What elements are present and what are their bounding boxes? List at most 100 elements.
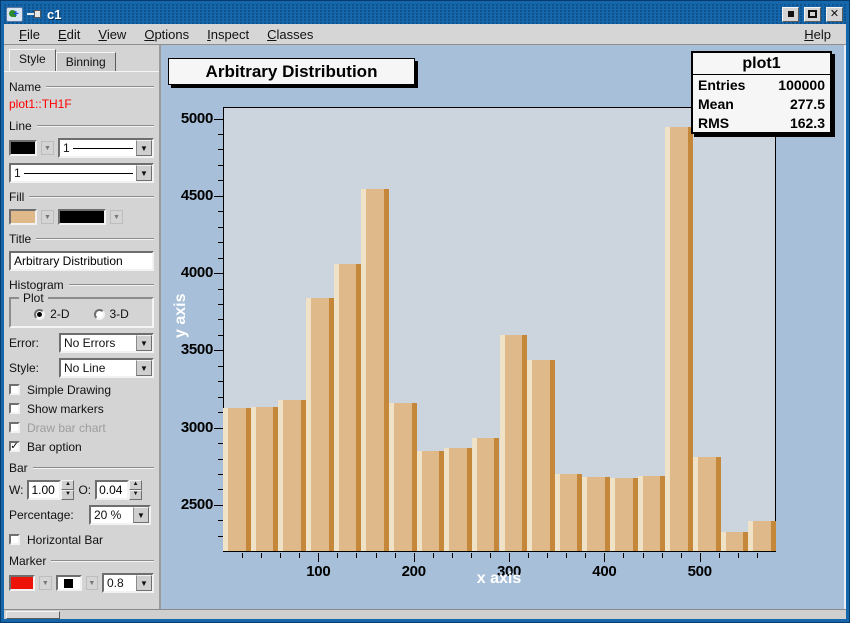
spin-up-icon[interactable]: ▲ [129, 480, 142, 490]
menu-item-help[interactable]: Help [795, 25, 840, 44]
style-select[interactable]: No Line ▼ [59, 358, 154, 378]
radio-icon[interactable] [94, 309, 105, 320]
y-tick [218, 335, 223, 336]
menu-item-edit[interactable]: Edit [49, 25, 89, 44]
y-tick [218, 397, 223, 398]
checkbox-icon[interactable] [9, 534, 20, 545]
y-tick [218, 134, 223, 135]
marker-section-header: Marker [9, 554, 154, 568]
marker-color-arrow-icon[interactable]: ▼ [39, 576, 51, 590]
error-select[interactable]: No Errors ▼ [59, 333, 154, 353]
line-style-select[interactable]: 1 ▼ [9, 163, 154, 183]
menu-item-classes[interactable]: Classes [258, 25, 322, 44]
checkbox-icon[interactable]: ✓ [9, 441, 20, 452]
checkbox-draw-bar-chart[interactable]: Draw bar chart [9, 420, 154, 435]
y-tick [214, 273, 223, 274]
histogram-bar[interactable] [334, 264, 362, 551]
histogram-bar[interactable] [638, 476, 666, 551]
chevron-down-icon[interactable]: ▼ [136, 140, 152, 156]
histogram-title-box[interactable]: Arbitrary Distribution [168, 58, 415, 85]
y-tick [214, 505, 223, 506]
histogram-bar[interactable] [527, 360, 555, 551]
y-tick [218, 211, 223, 212]
menu-item-inspect[interactable]: Inspect [198, 25, 258, 44]
plot-frame[interactable] [223, 107, 776, 552]
marker-shape-swatch[interactable] [56, 575, 82, 591]
histogram-bar[interactable] [389, 403, 417, 551]
fill-color-arrow-icon[interactable]: ▼ [41, 210, 54, 224]
maximize-button[interactable] [804, 7, 821, 22]
histogram-bar[interactable] [306, 298, 334, 551]
fill-pattern-arrow-icon[interactable]: ▼ [110, 210, 123, 224]
y-tick [218, 180, 223, 181]
y-tick-label: 4000 [161, 264, 213, 282]
chevron-down-icon[interactable]: ▼ [136, 575, 152, 591]
tab-style[interactable]: Style [9, 49, 56, 71]
bar-width-stepper[interactable]: ▲▼ [27, 480, 74, 500]
checkbox-bar-option[interactable]: ✓Bar option [9, 439, 154, 454]
marker-color-swatch[interactable] [9, 575, 35, 591]
histogram-bar[interactable] [555, 474, 583, 551]
horizontal-scrollbar[interactable] [4, 609, 846, 619]
pin-icon[interactable] [27, 10, 41, 18]
title-input[interactable] [9, 251, 154, 271]
y-tick [218, 443, 223, 444]
line-color-swatch[interactable] [9, 140, 37, 156]
radio-icon[interactable] [34, 309, 45, 320]
chevron-down-icon[interactable]: ▼ [136, 360, 152, 376]
marker-size-select[interactable]: 0.8 ▼ [102, 573, 154, 593]
checkbox-show-markers[interactable]: Show markers [9, 401, 154, 416]
checkbox-horizontal-bar[interactable]: Horizontal Bar [9, 532, 154, 547]
histogram-bar[interactable] [278, 400, 306, 551]
histogram-bar[interactable] [417, 451, 445, 551]
histogram-bar[interactable] [610, 478, 638, 551]
histogram-bar[interactable] [223, 408, 251, 551]
spin-down-icon[interactable]: ▼ [61, 490, 74, 500]
menu-item-view[interactable]: View [89, 25, 135, 44]
menu-item-file[interactable]: File [10, 25, 49, 44]
stats-box[interactable]: plot1 Entries100000Mean277.5RMS162.3 [691, 51, 832, 134]
checkbox-simple-drawing[interactable]: Simple Drawing [9, 382, 154, 397]
y-tick [218, 474, 223, 475]
histogram-bar[interactable] [748, 521, 776, 551]
line-width-select[interactable]: 1 ▼ [58, 138, 154, 158]
close-button[interactable]: ✕ [826, 7, 843, 22]
bar-label: Bar [9, 461, 28, 475]
radio-3-d[interactable]: 3-D [94, 307, 129, 321]
bar-offset-stepper[interactable]: ▲▼ [95, 480, 142, 500]
spin-down-icon[interactable]: ▼ [129, 490, 142, 500]
tab-binning[interactable]: Binning [56, 52, 116, 71]
histogram-bar[interactable] [721, 532, 749, 551]
checkbox-icon[interactable] [9, 422, 20, 433]
histogram-bar[interactable] [582, 477, 610, 551]
percentage-label: Percentage: [9, 508, 85, 522]
line-color-arrow-icon[interactable]: ▼ [41, 141, 54, 155]
checkbox-icon[interactable] [9, 403, 20, 414]
chevron-down-icon[interactable]: ▼ [136, 165, 152, 181]
spin-up-icon[interactable]: ▲ [61, 480, 74, 490]
bar-section-header: Bar [9, 461, 154, 475]
radio-2-d[interactable]: 2-D [34, 307, 69, 321]
histogram-bar[interactable] [444, 448, 472, 551]
histogram-bar[interactable] [500, 335, 528, 551]
titlebar[interactable]: + c1 ✕ [4, 4, 846, 24]
fill-color-swatch[interactable] [9, 209, 37, 225]
line-label: Line [9, 119, 32, 133]
chevron-down-icon[interactable]: ▼ [136, 335, 152, 351]
bar-width-label: W: [9, 483, 23, 497]
scrollbar-thumb[interactable] [6, 611, 60, 619]
chevron-down-icon[interactable]: ▼ [133, 507, 149, 523]
y-tick [218, 242, 223, 243]
histogram-bar[interactable] [361, 189, 389, 551]
minimize-button[interactable] [782, 7, 799, 22]
canvas-pad[interactable]: 250030003500400045005000100200300400500 … [161, 45, 846, 609]
histogram-bar[interactable] [693, 457, 721, 551]
histogram-bar[interactable] [251, 407, 279, 551]
histogram-bar[interactable] [472, 438, 500, 551]
checkbox-icon[interactable] [9, 384, 20, 395]
menu-item-options[interactable]: Options [135, 25, 198, 44]
percentage-select[interactable]: 20 % ▼ [89, 505, 151, 525]
marker-shape-arrow-icon[interactable]: ▼ [86, 576, 98, 590]
histogram-bar[interactable] [665, 127, 693, 551]
fill-pattern-swatch[interactable] [58, 209, 106, 225]
